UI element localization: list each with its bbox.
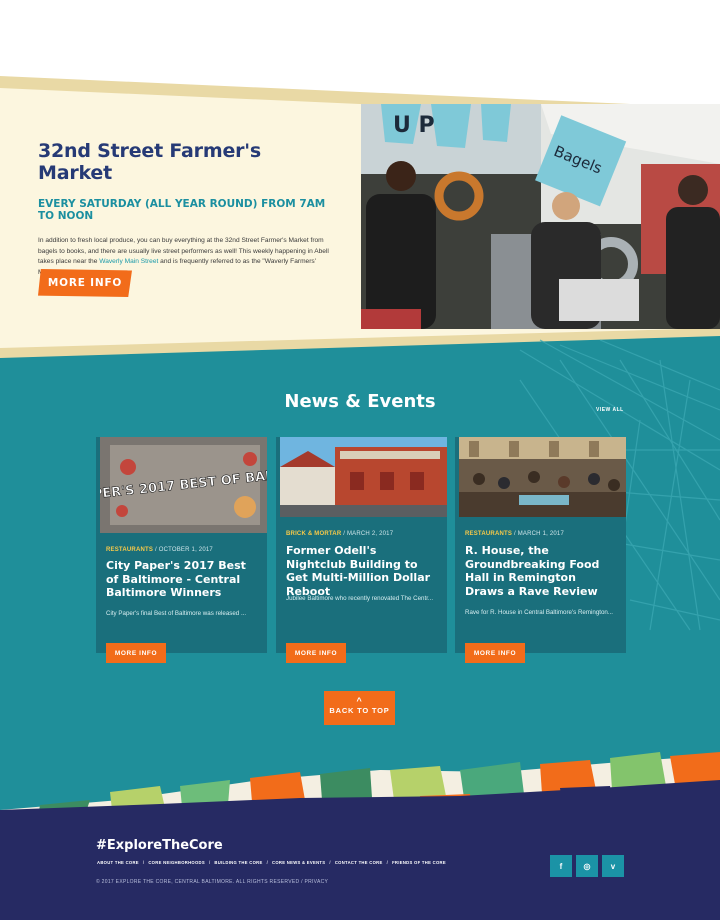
footer-nav-news[interactable]: CORE NEWS & EVENTS bbox=[272, 860, 325, 865]
footer-nav-contact[interactable]: CONTACT THE CORE bbox=[335, 860, 383, 865]
news-card-date: OCTOBER 1, 2017 bbox=[158, 547, 213, 553]
view-all-link[interactable]: VIEW ALL bbox=[596, 407, 624, 413]
market-more-info-button[interactable]: MORE INFO bbox=[38, 269, 132, 297]
news-card-more-info-button[interactable]: MORE INFO bbox=[106, 643, 166, 663]
footer-nav: ABOUT THE CORE / CORE NEIGHBORHOODS / BUILDI… bbox=[97, 860, 446, 865]
back-to-top-button[interactable]: ^ BACK TO TOP bbox=[324, 691, 395, 725]
facebook-icon[interactable]: f bbox=[550, 855, 572, 877]
vimeo-icon[interactable]: v bbox=[602, 855, 624, 877]
news-card-category[interactable]: RESTAURANTS bbox=[465, 531, 512, 537]
footer-copyright: © 2017 EXPLORE THE CORE, CENTRAL BALTIMO… bbox=[96, 879, 329, 885]
news-card-title[interactable]: Former Odell's Nightclub Building to Get… bbox=[286, 544, 436, 598]
market-title: 32nd Street Farmer's Market bbox=[38, 140, 262, 184]
market-photo: U P Bagels bbox=[361, 104, 720, 329]
footer-nav-neighborhoods[interactable]: CORE NEIGHBORHOODS bbox=[148, 860, 205, 865]
news-card-meta: RESTAURANTS / MARCH 1, 2017 bbox=[465, 531, 564, 537]
news-card-title[interactable]: R. House, the Groundbreaking Food Hall i… bbox=[465, 544, 615, 598]
market-schedule: EVERY SATURDAY (ALL YEAR ROUND) FROM 7AM… bbox=[38, 198, 326, 222]
market-info: 32nd Street Farmer's Market EVERY SATURD… bbox=[38, 140, 338, 278]
market-photo-sign: U P bbox=[393, 113, 435, 138]
instagram-icon[interactable]: ◎ bbox=[576, 855, 598, 877]
footer-nav-about[interactable]: ABOUT THE CORE bbox=[97, 860, 139, 865]
waverly-main-street-link[interactable]: Waverly Main Street bbox=[99, 258, 158, 265]
news-card-meta: BRICK & MORTAR / MARCH 2, 2017 bbox=[286, 531, 394, 537]
news-card-excerpt: Jubilee Baltimore who recently renovated… bbox=[286, 595, 434, 602]
news-card-more-info-button[interactable]: MORE INFO bbox=[286, 643, 346, 663]
news-card-excerpt: Rave for R. House in Central Baltimore's… bbox=[465, 609, 614, 616]
footer-nav-friends[interactable]: FRIENDS OF THE CORE bbox=[392, 860, 446, 865]
news-card-category[interactable]: BRICK & MORTAR bbox=[286, 531, 341, 537]
news-card-category[interactable]: RESTAURANTS bbox=[106, 547, 153, 553]
back-to-top-label: BACK TO TOP bbox=[329, 706, 390, 715]
chevron-up-icon: ^ bbox=[356, 696, 363, 706]
news-card-excerpt: City Paper's final Best of Baltimore was… bbox=[106, 610, 247, 617]
footer-nav-building[interactable]: BUILDING THE CORE bbox=[214, 860, 262, 865]
news-card-image: CITY PAPER'S 2017 BEST OF BALTIMORE bbox=[100, 437, 267, 533]
news-card: BRICK & MORTAR / MARCH 2, 2017 Former Od… bbox=[276, 437, 447, 663]
news-card-image bbox=[280, 437, 447, 533]
news-card-title[interactable]: City Paper's 2017 Best of Baltimore - Ce… bbox=[106, 559, 256, 600]
news-card: RESTAURANTS / MARCH 1, 2017 R. House, th… bbox=[455, 437, 626, 663]
news-card-image bbox=[459, 437, 626, 533]
news-card-date: MARCH 1, 2017 bbox=[517, 531, 564, 537]
news-card-meta: RESTAURANTS / OCTOBER 1, 2017 bbox=[106, 547, 213, 553]
news-card: CITY PAPER'S 2017 BEST OF BALTIMORE REST… bbox=[96, 437, 267, 663]
footer-hashtag: #ExploreTheCore bbox=[96, 838, 223, 853]
news-card-date: MARCH 2, 2017 bbox=[346, 531, 394, 537]
news-card-more-info-button[interactable]: MORE INFO bbox=[465, 643, 525, 663]
